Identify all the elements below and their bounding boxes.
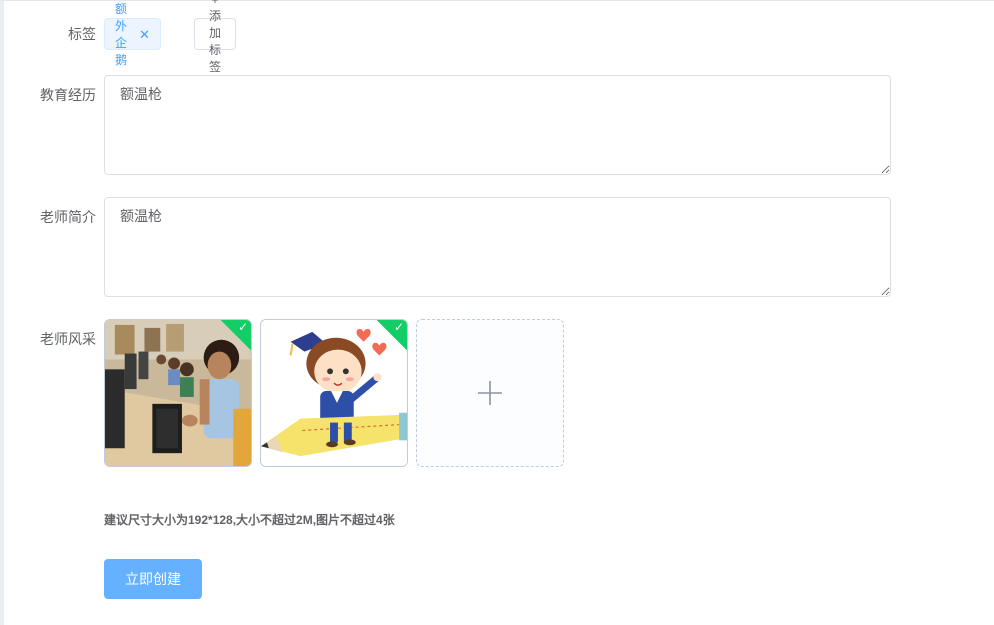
plus-icon bbox=[478, 381, 502, 405]
submit-create-button[interactable]: 立即创建 bbox=[104, 559, 202, 599]
check-icon: ✓ bbox=[393, 320, 404, 334]
cartoon-graduate-image bbox=[261, 320, 407, 466]
photos-form-item: 老师风采 bbox=[4, 319, 96, 347]
intro-textarea[interactable] bbox=[104, 197, 891, 297]
uploaded-photo-classroom[interactable]: ✓ bbox=[104, 319, 252, 467]
education-textarea[interactable] bbox=[104, 75, 891, 175]
education-form-item: 教育经历 bbox=[4, 75, 96, 103]
intro-form-item: 老师简介 bbox=[4, 197, 96, 225]
intro-textarea-wrap bbox=[104, 197, 891, 297]
tag-text: 额外企鹅 bbox=[115, 2, 128, 67]
uploaded-photo-cartoon[interactable]: ✓ bbox=[260, 319, 408, 467]
check-icon: ✓ bbox=[237, 320, 248, 334]
classroom-image bbox=[105, 320, 251, 466]
education-textarea-wrap bbox=[104, 75, 891, 175]
close-icon[interactable]: ✕ bbox=[139, 28, 150, 41]
education-label: 教育经历 bbox=[40, 87, 96, 103]
upload-hint: 建议尺寸大小为192*128,大小不超过2M,图片不超过4张 bbox=[104, 513, 395, 527]
photos-label: 老师风采 bbox=[40, 331, 96, 347]
tags-form-item: 标签 bbox=[4, 18, 96, 50]
teacher-form-page: 标签 额外企鹅 ✕ + 添加标签 教育经历 老师简介 老师风采 bbox=[0, 0, 994, 625]
intro-label: 老师简介 bbox=[40, 209, 96, 225]
add-tag-button[interactable]: + 添加标签 bbox=[194, 0, 236, 74]
tags-label: 标签 bbox=[68, 26, 96, 42]
photo-upload-trigger[interactable] bbox=[416, 319, 564, 467]
photo-upload-list: ✓ ✓ bbox=[104, 319, 564, 467]
tag-item: 额外企鹅 ✕ bbox=[104, 2, 161, 67]
